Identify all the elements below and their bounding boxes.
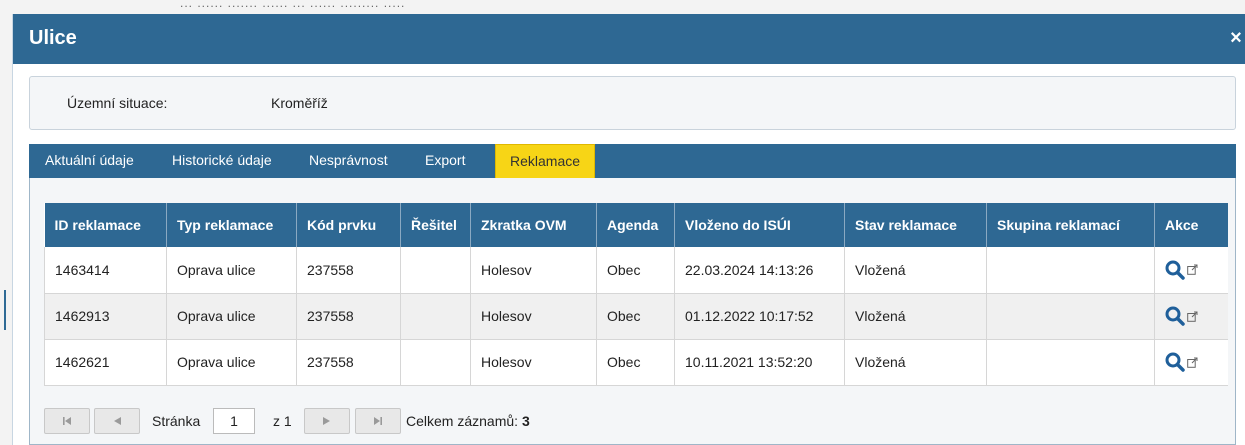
reklamace-table: ID reklamace Typ reklamace Kód prvku Řeš… [44, 203, 1228, 386]
tab-aktualni-udaje[interactable]: Aktuální údaje [45, 144, 134, 178]
last-page-icon [374, 417, 382, 425]
cell-inserted: 22.03.2024 14:13:26 [674, 247, 845, 294]
territory-value: Kroměříž [271, 95, 328, 111]
background-left-edge [0, 14, 12, 445]
cell-group [986, 293, 1155, 340]
cell-code: 237558 [296, 339, 401, 386]
header-skupina-reklamaci[interactable]: Skupina reklamací [986, 203, 1155, 247]
prev-page-icon [114, 417, 121, 425]
search-icon[interactable] [1165, 352, 1185, 372]
cell-inserted: 10.11.2021 13:52:20 [674, 339, 845, 386]
dialog-title: Ulice [29, 27, 77, 49]
page-number-input[interactable] [213, 408, 255, 434]
header-id-reklamace[interactable]: ID reklamace [44, 203, 167, 247]
cell-id: 1462621 [44, 339, 167, 386]
external-link-icon[interactable] [1187, 311, 1198, 322]
background-strip: ... ...... ....... ...... ... ...... ...… [0, 0, 1245, 14]
pager: Stránka z 1 Celkem záznamů: 3 [44, 408, 744, 436]
cell-ovm: Holesov [470, 247, 597, 294]
last-page-button[interactable] [355, 408, 401, 434]
cell-solver [400, 293, 471, 340]
background-partial-text: ... ...... ....... ...... ... ...... ...… [180, 0, 406, 10]
table-header-row: ID reklamace Typ reklamace Kód prvku Řeš… [44, 203, 1228, 247]
table-row: 1463414 Oprava ulice 237558 Holesov Obec… [44, 247, 1228, 294]
reklamace-panel: ID reklamace Typ reklamace Kód prvku Řeš… [29, 178, 1236, 445]
page-of-label: z 1 [273, 413, 292, 429]
cell-inserted: 01.12.2022 10:17:52 [674, 293, 845, 340]
header-resitel[interactable]: Řešitel [400, 203, 471, 247]
header-typ-reklamace[interactable]: Typ reklamace [166, 203, 297, 247]
search-icon[interactable] [1165, 306, 1185, 326]
cell-akce [1154, 293, 1228, 340]
page-label: Stránka [152, 413, 201, 429]
total-records: Celkem záznamů: 3 [406, 413, 530, 429]
cell-ovm: Holesov [470, 339, 597, 386]
cell-solver [400, 339, 471, 386]
cell-agenda: Obec [596, 339, 675, 386]
search-icon[interactable] [1165, 260, 1185, 280]
next-page-button[interactable] [304, 408, 350, 434]
cell-group [986, 247, 1155, 294]
cell-group [986, 339, 1155, 386]
cell-ovm: Holesov [470, 293, 597, 340]
cell-type: Oprava ulice [166, 247, 297, 294]
total-records-value: 3 [521, 413, 530, 429]
cell-agenda: Obec [596, 247, 675, 294]
header-agenda[interactable]: Agenda [596, 203, 675, 247]
external-link-icon[interactable] [1187, 357, 1198, 368]
cell-akce [1154, 247, 1228, 294]
background-left-mark [4, 290, 6, 330]
cell-solver [400, 247, 471, 294]
close-icon: × [1230, 27, 1242, 49]
territory-label: Územní situace: [67, 95, 168, 111]
header-akce: Akce [1154, 203, 1228, 247]
tab-nespravnost[interactable]: Nesprávnost [309, 144, 388, 178]
table-row: 1462621 Oprava ulice 237558 Holesov Obec… [44, 339, 1228, 386]
prev-page-button[interactable] [94, 408, 140, 434]
cell-type: Oprava ulice [166, 339, 297, 386]
first-page-button[interactable] [44, 408, 90, 434]
cell-id: 1462913 [44, 293, 167, 340]
cell-code: 237558 [296, 247, 401, 294]
header-zkratka-ovm[interactable]: Zkratka OVM [470, 203, 597, 247]
header-kod-prvku[interactable]: Kód prvku [296, 203, 401, 247]
territory-box: Územní situace: Kroměříž [29, 76, 1236, 130]
cell-state: Vložená [844, 293, 987, 340]
first-page-icon [63, 417, 71, 425]
tab-reklamace[interactable]: Reklamace [495, 144, 596, 178]
cell-type: Oprava ulice [166, 293, 297, 340]
cell-agenda: Obec [596, 293, 675, 340]
table-row: 1462913 Oprava ulice 237558 Holesov Obec… [44, 293, 1228, 340]
dialog-titlebar: Ulice × [13, 14, 1245, 64]
cell-state: Vložená [844, 339, 987, 386]
ulice-dialog: Ulice × Územní situace: Kroměříž Aktuáln… [12, 14, 1245, 445]
total-records-label: Celkem záznamů: [406, 413, 519, 429]
tab-export[interactable]: Export [425, 144, 465, 178]
cell-code: 237558 [296, 293, 401, 340]
external-link-icon[interactable] [1187, 264, 1198, 276]
next-page-icon [323, 417, 330, 425]
header-vlozeno[interactable]: Vloženo do ISÚI [674, 203, 845, 247]
header-stav-reklamace[interactable]: Stav reklamace [844, 203, 987, 247]
tab-bar: Aktuální údaje Historické údaje Nesprávn… [29, 144, 1236, 178]
close-button[interactable]: × [1228, 28, 1244, 48]
tab-historicke-udaje[interactable]: Historické údaje [172, 144, 272, 178]
cell-state: Vložená [844, 247, 987, 294]
cell-id: 1463414 [44, 247, 167, 294]
cell-akce [1154, 339, 1228, 386]
